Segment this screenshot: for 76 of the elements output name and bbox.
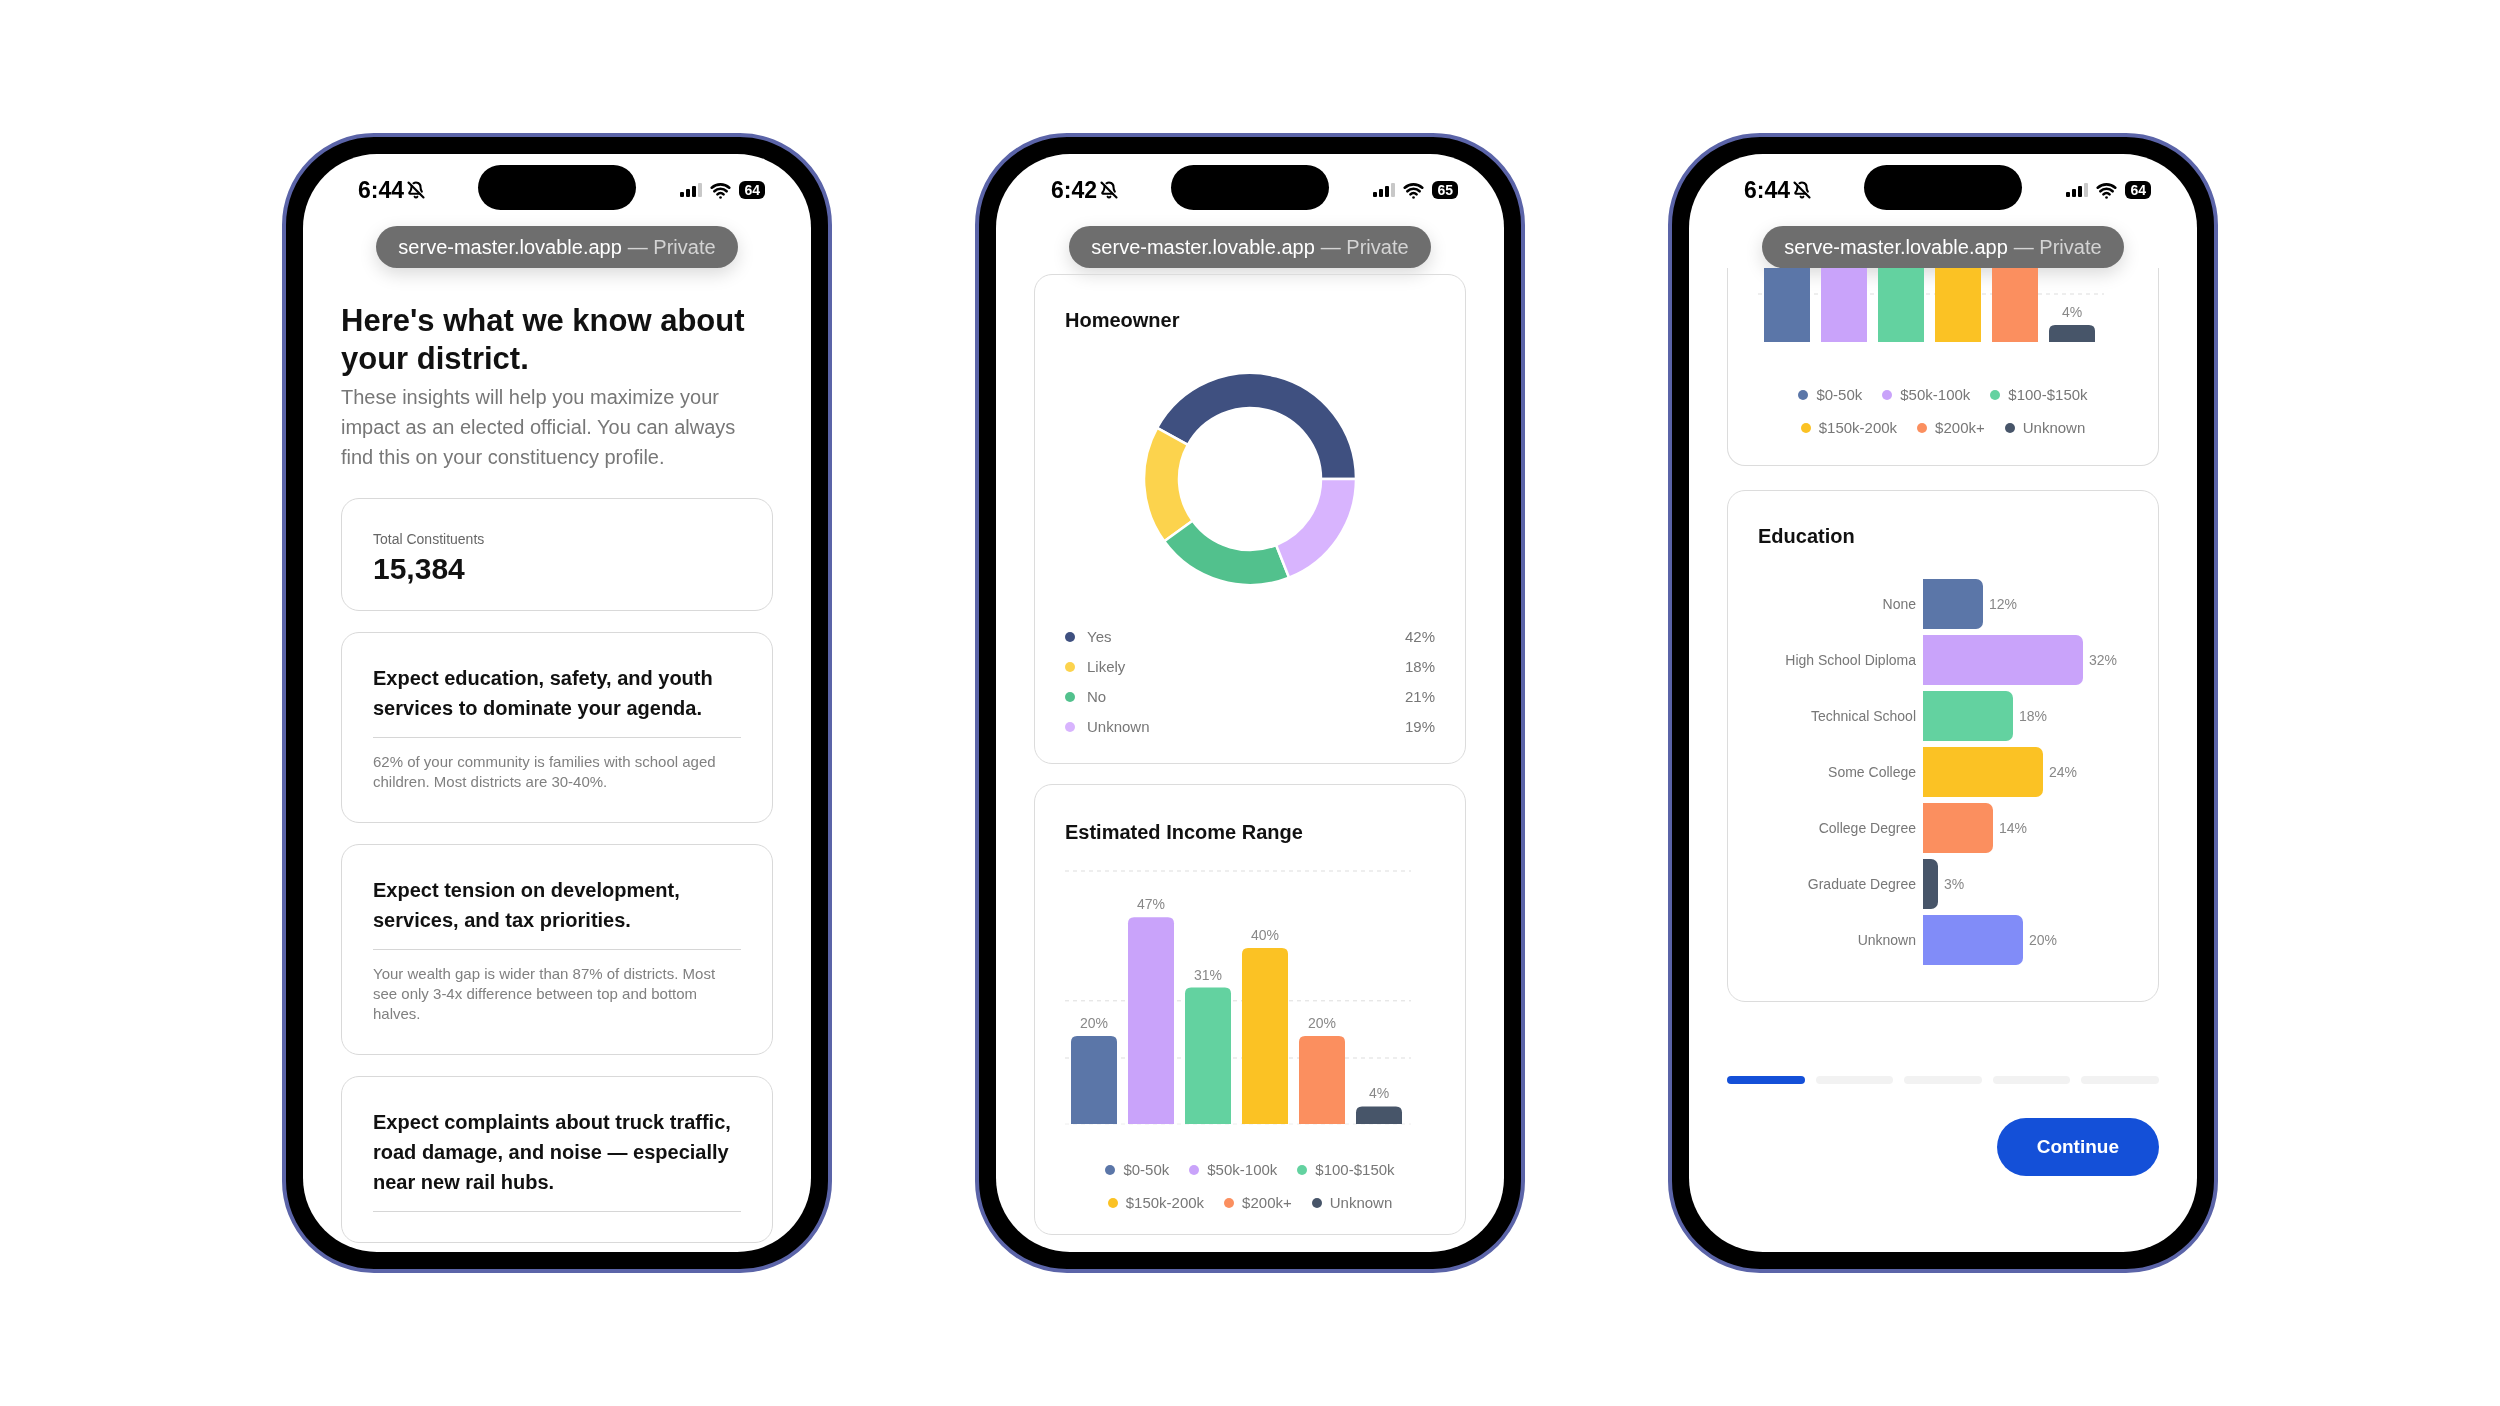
- signal-icon: [1373, 183, 1396, 197]
- bar-value-label: 4%: [1368, 1085, 1390, 1102]
- bar-value-label: 31%: [1194, 966, 1222, 983]
- card-title: Estimated Income Range: [1065, 820, 1304, 845]
- muted-bell-icon: [407, 181, 426, 199]
- private-label: — Private: [1320, 235, 1409, 260]
- bar-value-label: 24%: [2049, 762, 2078, 782]
- bar-value-label: 3%: [1944, 874, 1965, 894]
- legend-label: $150k-200k: [1818, 417, 1898, 438]
- insight-detail: 62% of your community is families with school aged children. Most districts are 30-40%.: [373, 752, 717, 792]
- legend-label: Unknown: [1329, 1192, 1393, 1213]
- bar-value-label: 32%: [2089, 650, 2118, 670]
- bar-value-label: 47%: [1137, 896, 1165, 913]
- legend-label: Yes: [1087, 626, 1112, 647]
- battery-indicator: 64: [739, 181, 765, 199]
- legend-label: Likely: [1087, 656, 1126, 677]
- legend-value: 21%: [1404, 686, 1435, 707]
- insight-headline: Expect complaints about truck traffic, road damage, and noise — especially near new rail hubs.: [373, 1110, 732, 1195]
- bar-category-label: Technical School: [1809, 706, 1917, 726]
- legend-label: $200k+: [1242, 1192, 1292, 1213]
- legend-label: $200k+: [1935, 417, 1985, 438]
- insight-detail: Your wealth gap is wider than 87% of districts. Most see only 3-4x difference between top and bottom halves.: [373, 964, 717, 1024]
- legend-value: 18%: [1404, 656, 1435, 677]
- bar-value-label: 18%: [2019, 706, 2048, 726]
- bar-value-label: 20%: [1308, 1015, 1336, 1031]
- bar-category-label: High School Diploma: [1784, 650, 1917, 670]
- bar-category-label: Graduate Degree: [1806, 874, 1917, 894]
- legend-label: $150k-200k: [1125, 1192, 1205, 1213]
- address-bar[interactable]: serve-master.lovable.app — Private: [1762, 226, 2124, 268]
- muted-bell-icon: [1100, 181, 1119, 199]
- legend-value: 42%: [1404, 626, 1435, 647]
- status-time: 6:44: [358, 175, 405, 205]
- legend-label: $0-50k: [1123, 1160, 1170, 1180]
- bar-value-label: 4%: [2061, 304, 2083, 320]
- address-bar[interactable]: serve-master.lovable.app — Private: [1069, 226, 1431, 268]
- page-heading: Here's what we know about your district.: [341, 302, 746, 378]
- legend-label: $0-50k: [1816, 385, 1863, 405]
- battery-indicator: 65: [1432, 181, 1458, 199]
- address-url: serve-master.lovable.app: [398, 235, 622, 260]
- bar-category-label: College Degree: [1817, 818, 1917, 838]
- legend-label: Unknown: [1087, 716, 1150, 737]
- bar-value-label: 20%: [1080, 1015, 1108, 1031]
- signal-icon: [2066, 183, 2089, 197]
- bar-category-label: Some College: [1827, 762, 1917, 782]
- status-time: 6:44: [1744, 175, 1791, 205]
- legend-label: $50k-100k: [1207, 1160, 1278, 1180]
- insight-headline: Expect education, safety, and youth services to dominate your agenda.: [373, 666, 714, 721]
- card-title: Homeowner: [1065, 308, 1181, 333]
- legend-label: $50k-100k: [1900, 385, 1971, 405]
- legend-value: 19%: [1404, 716, 1435, 737]
- card-title: Education: [1758, 524, 1856, 549]
- private-label: — Private: [2013, 235, 2102, 260]
- status-time: 6:42: [1051, 175, 1098, 205]
- insight-headline: Expect tension on development, services, and tax priorities.: [373, 878, 681, 933]
- legend-label: No: [1087, 686, 1107, 707]
- bar-category-label: None: [1881, 594, 1917, 614]
- bar-value-label: 14%: [1999, 818, 2028, 838]
- bar-value-label: 40%: [1251, 927, 1279, 943]
- legend-label: $100-$150k: [1315, 1160, 1395, 1180]
- signal-icon: [680, 183, 703, 197]
- private-label: — Private: [627, 235, 716, 260]
- stat-value: 15,384: [373, 551, 466, 587]
- address-url: serve-master.lovable.app: [1784, 235, 2008, 260]
- intro-text: These insights will help you maximize your impact as an elected official. You can always find this on your constituency profile.: [341, 385, 737, 470]
- address-bar[interactable]: serve-master.lovable.app — Private: [376, 226, 738, 268]
- bar-value-label: 20%: [2029, 930, 2058, 950]
- address-url: serve-master.lovable.app: [1091, 235, 1315, 260]
- legend-label: $100-$150k: [2008, 385, 2088, 405]
- stat-label: Total Constituents: [373, 530, 486, 549]
- bar-category-label: Unknown: [1856, 930, 1917, 950]
- continue-button[interactable]: Continue: [1996, 1118, 2159, 1176]
- bar: [1356, 1106, 1402, 1124]
- legend-label: Unknown: [2022, 417, 2086, 438]
- bar-value-label: 12%: [1989, 594, 2018, 614]
- muted-bell-icon: [1793, 181, 1812, 199]
- battery-indicator: 64: [2125, 181, 2151, 199]
